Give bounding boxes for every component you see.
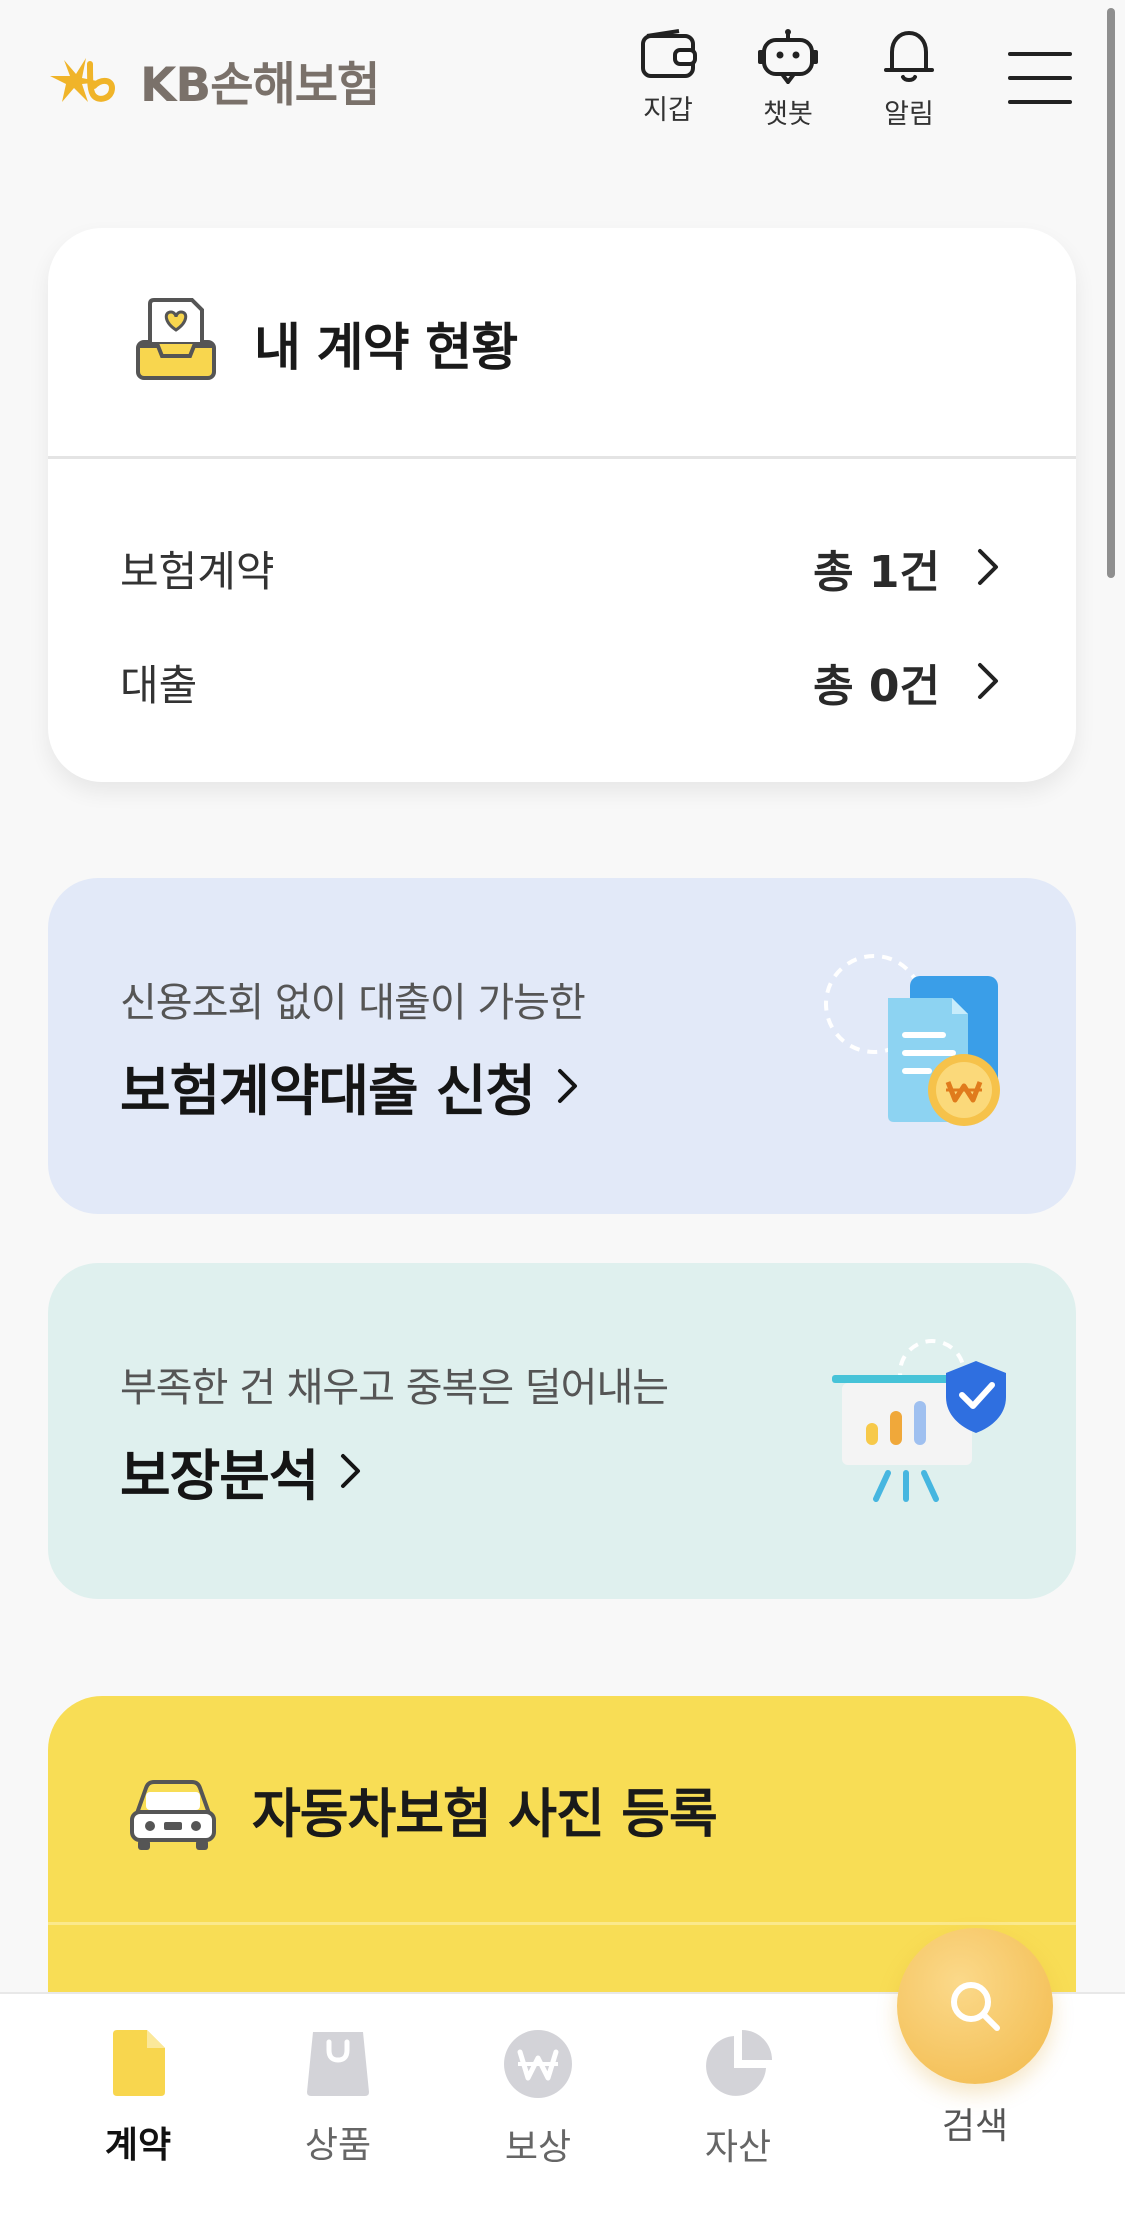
contract-status-card: 내 계약 현황 보험계약 총 1건 대출 총 0건 xyxy=(48,228,1076,782)
wallet-button[interactable]: 지갑 xyxy=(623,28,713,127)
loan-label: 대출 xyxy=(120,661,198,710)
tab-contract[interactable]: 계약 xyxy=(58,2028,218,2168)
hamburger-menu-icon[interactable] xyxy=(1008,50,1072,106)
contract-status-title: 내 계약 현황 xyxy=(254,319,518,378)
insurance-contract-row[interactable]: 보험계약 총 1건 xyxy=(120,528,1000,598)
tab-contract-label: 계약 xyxy=(104,2125,172,2166)
card-divider xyxy=(48,456,1076,459)
coverage-analysis-banner[interactable]: 부족한 건 채우고 중복은 덜어내는 보장분석 xyxy=(48,1263,1076,1599)
search-icon xyxy=(951,1982,1000,2031)
contract-loan-banner[interactable]: 신용조회 없이 대출이 가능한 보험계약대출 신청 xyxy=(48,878,1076,1214)
search-button[interactable] xyxy=(897,1928,1053,2084)
car-icon xyxy=(130,1780,216,1850)
brand-name: KB손해보험 xyxy=(140,57,380,113)
insurance-contract-count: 총 1건 xyxy=(813,547,940,598)
bell-icon xyxy=(884,31,934,82)
shopping-bag-icon xyxy=(307,2032,369,2096)
loan-banner-title-row: 보험계약대출 신청 xyxy=(120,1046,579,1126)
notification-label: 알림 xyxy=(884,99,934,130)
car-photo-title: 자동차보험 사진 등록 xyxy=(252,1784,718,1845)
insurance-contract-label: 보험계약 xyxy=(120,547,275,596)
contract-doc-icon xyxy=(113,2030,165,2096)
coverage-banner-title: 보장분석 xyxy=(120,1444,319,1508)
coverage-banner-title-row: 보장분석 xyxy=(120,1431,362,1511)
search-label: 검색 xyxy=(941,2106,1009,2147)
pie-chart-icon xyxy=(706,2030,772,2096)
loan-count: 총 0건 xyxy=(813,661,940,712)
contract-inbox-icon xyxy=(136,298,216,380)
chatbot-label: 챗봇 xyxy=(763,99,813,130)
loan-row[interactable]: 대출 총 0건 xyxy=(120,642,1000,712)
kb-star-logo-icon xyxy=(50,58,116,102)
chevron-right-icon xyxy=(978,549,998,585)
chatbot-button[interactable]: 챗봇 xyxy=(743,28,833,131)
won-coin-icon xyxy=(504,2030,572,2098)
document-coin-icon xyxy=(824,954,1000,1126)
kb-logo[interactable]: KB손해보험 xyxy=(46,48,380,113)
chevron-right-icon xyxy=(978,663,998,699)
chatbot-icon xyxy=(758,29,818,86)
scrollbar[interactable] xyxy=(1107,8,1115,578)
loan-banner-title: 보험계약대출 신청 xyxy=(120,1059,536,1123)
wallet-label: 지갑 xyxy=(643,95,693,126)
app-header: KB손해보험 지갑 챗봇 알림 xyxy=(0,0,1125,160)
wallet-icon xyxy=(641,29,697,78)
tab-claims-label: 보상 xyxy=(504,2127,572,2168)
chevron-right-icon xyxy=(341,1454,361,1488)
tab-claims[interactable]: 보상 xyxy=(458,2028,618,2170)
notification-button[interactable]: 알림 xyxy=(864,28,954,131)
tab-products[interactable]: 상품 xyxy=(258,2028,418,2168)
coverage-banner-subtitle: 부족한 건 채우고 중복은 덜어내는 xyxy=(120,1365,669,1411)
tab-assets-label: 자산 xyxy=(704,2127,772,2168)
chart-shield-icon xyxy=(832,1339,1006,1502)
tab-assets[interactable]: 자산 xyxy=(658,2028,818,2170)
chevron-right-icon xyxy=(557,1069,577,1103)
tab-products-label: 상품 xyxy=(304,2125,372,2166)
car-card-divider xyxy=(48,1922,1076,1925)
loan-banner-subtitle: 신용조회 없이 대출이 가능한 xyxy=(120,980,586,1026)
